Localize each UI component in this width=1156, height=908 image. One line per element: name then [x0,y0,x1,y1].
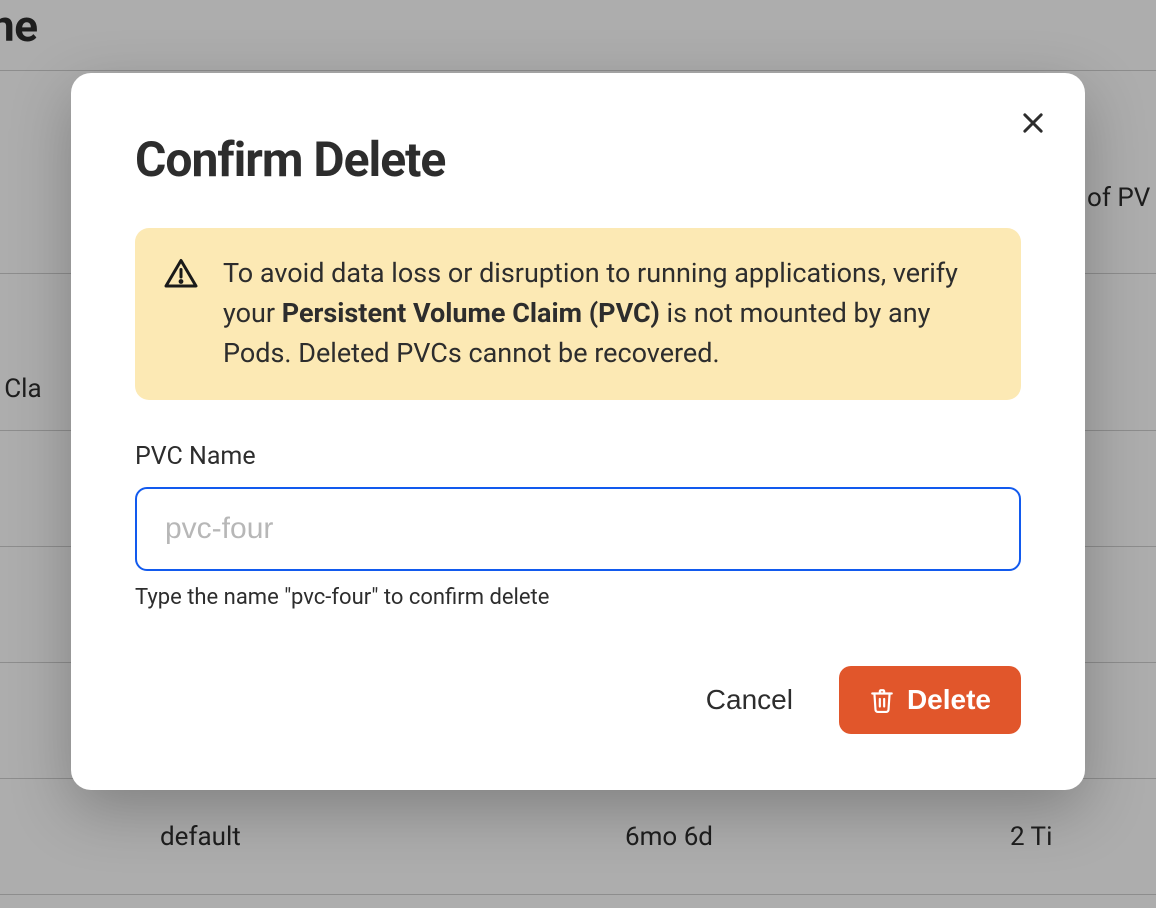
modal-title: Confirm Delete [135,131,1021,188]
warning-message: To avoid data loss or disruption to runn… [223,254,993,374]
confirm-hint: Type the name "pvc-four" to confirm dele… [135,585,1021,610]
trash-icon [869,687,895,713]
delete-button[interactable]: Delete [839,666,1021,734]
warning-banner: To avoid data loss or disruption to runn… [135,228,1021,400]
cancel-button[interactable]: Cancel [706,684,793,716]
modal-actions: Cancel Delete [135,666,1021,734]
delete-button-label: Delete [907,684,991,716]
confirm-delete-modal: Confirm Delete To avoid data loss or dis… [71,73,1085,790]
warning-text-strong: Persistent Volume Claim (PVC) [282,297,660,329]
warning-icon [163,256,199,296]
pvc-name-input[interactable] [135,487,1021,571]
close-icon [1019,109,1047,137]
close-button[interactable] [1011,101,1055,145]
pvc-name-label: PVC Name [135,442,1021,471]
